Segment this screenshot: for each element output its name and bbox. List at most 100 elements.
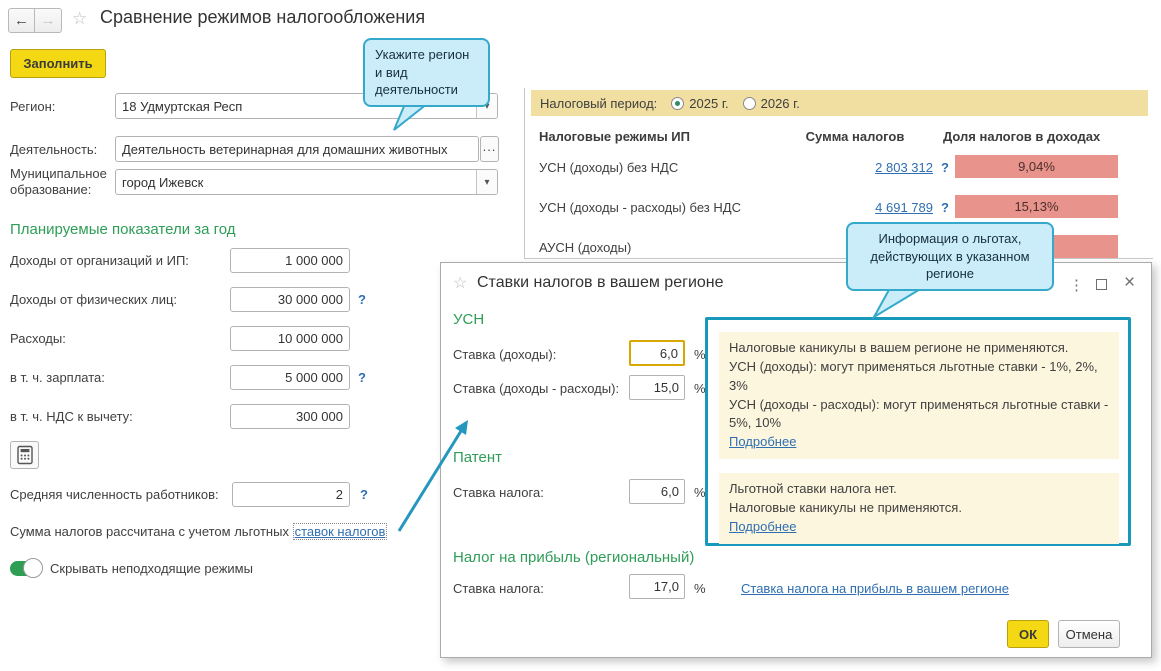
benefits-info-container: Налоговые каникулы в вашем регионе не пр… [705,317,1131,546]
ok-button[interactable]: ОК [1007,620,1049,648]
profit-rate-label: Ставка налога: [453,581,544,596]
more-menu-icon[interactable]: ⋮ [1069,276,1084,294]
maximize-icon[interactable] [1096,279,1107,290]
tax-rates-link[interactable]: ставок налогов [295,524,386,539]
back-button[interactable]: ← [8,8,35,33]
fill-button[interactable]: Заполнить [10,49,106,78]
income-org-label: Доходы от организаций и ИП: [10,253,189,268]
forward-button[interactable]: → [35,8,62,33]
activity-more-button[interactable]: ... [480,136,499,162]
benefits-hint-tooltip: Информация о льготах, действующих в указ… [846,222,1054,291]
income-org-input[interactable] [230,248,350,273]
share-bar: 9,04% [955,155,1118,178]
usn-income-expense-rate-label: Ставка (доходы - расходы): [453,381,620,396]
activity-value: Деятельность ветеринарная для домашних ж… [122,141,448,157]
calculator-icon [16,445,33,465]
info-line: Льготной ставки налога нет. [729,481,897,496]
salary-input[interactable] [230,365,350,390]
usn-section-header: УСН [453,311,485,328]
tax-period-bar: Налоговый период: 2025 г. 2026 г. [531,90,1148,116]
municipality-combobox[interactable]: город Ижевск ▾ [115,169,498,195]
regime-name: УСН (доходы - расходы) без НДС [539,200,741,215]
benefit-note-text: Сумма налогов рассчитана с учетом льготн… [10,524,289,539]
help-icon[interactable]: ? [360,487,368,502]
info-line: Налоговые каникулы не применяются. [729,499,962,515]
page-title: Сравнение режимов налогообложения [100,7,426,27]
benefits-info-box-patent: Льготной ставки налога нет. Налоговые ка… [719,473,1119,544]
tax-amount-link[interactable]: 2 803 312 [875,160,933,175]
planned-indicators-header: Планируемые показатели за год [10,221,236,238]
radio-2025-label: 2025 г. [689,95,729,111]
radio-2026[interactable]: 2026 г. [742,95,800,111]
calculator-button[interactable] [10,441,39,469]
region-label: Регион: [10,99,56,114]
profit-tax-section-header: Налог на прибыль (региональный) [453,549,695,566]
employees-label: Средняя численность работников: [10,487,219,502]
percent-sign: % [694,485,706,500]
profit-rate-input[interactable] [629,574,685,599]
usn-income-rate-label: Ставка (доходы): [453,347,557,362]
vat-deduction-label: в т. ч. НДС к вычету: [10,409,133,424]
radio-2025[interactable]: 2025 г. [671,95,729,111]
regime-name: УСН (доходы) без НДС [539,160,679,175]
hide-unsuitable-toggle[interactable] [10,558,43,578]
tax-comparison-panel: Налоговый период: 2025 г. 2026 г. Налого… [524,88,1153,259]
column-header-share: Доля налогов в доходах [943,129,1101,144]
hide-unsuitable-label: Скрывать неподходящие режимы [50,561,253,576]
cancel-button[interactable]: Отмена [1058,620,1120,648]
column-header-regimes: Налоговые режимы ИП [539,129,690,144]
tax-rates-dialog: ☆ Ставки налогов в вашем регионе ⋮ × УСН… [440,262,1152,658]
tax-period-label: Налоговый период: [540,95,658,111]
benefits-info-box-usn: Налоговые каникулы в вашем регионе не пр… [719,332,1119,460]
tax-amount-cell: 4 691 789 [775,200,933,215]
expenses-label: Расходы: [10,331,66,346]
activity-field[interactable]: Деятельность ветеринарная для домашних ж… [115,136,479,162]
app-window: ← → ☆ Сравнение режимов налогообложения … [0,0,1161,671]
regime-name: АУСН (доходы) [539,240,632,255]
favorite-star-icon[interactable]: ☆ [453,273,467,293]
info-line: УСН (доходы - расходы): могут применятьс… [729,396,1109,431]
percent-sign: % [694,347,706,362]
municipality-label: Муниципальное образование: [10,166,107,198]
share-bar: 15,13% [955,195,1118,218]
tax-amount-link[interactable]: 4 691 789 [875,200,933,215]
vat-deduction-input[interactable] [230,404,350,429]
help-icon[interactable]: ? [358,370,366,385]
income-individuals-input[interactable] [230,287,350,312]
patent-rate-input[interactable] [629,479,685,504]
municipality-value: город Ижевск [122,174,204,190]
salary-label: в т. ч. зарплата: [10,370,105,385]
back-arrow-icon: ← [14,12,29,29]
usn-income-expense-rate-input[interactable] [629,375,685,400]
patent-section-header: Патент [453,449,502,466]
income-individuals-label: Доходы от физических лиц: [10,292,178,307]
favorite-star-icon[interactable]: ☆ [72,9,87,29]
dialog-title: Ставки налогов в вашем регионе [477,274,724,291]
details-link[interactable]: Подробнее [729,519,796,534]
toggle-knob [23,558,43,578]
patent-rate-label: Ставка налога: [453,485,544,500]
info-line: Налоговые каникулы в вашем регионе не пр… [729,340,1069,355]
help-icon[interactable]: ? [941,160,949,175]
tax-amount-cell: 2 803 312 [775,160,933,175]
help-icon[interactable]: ? [358,292,366,307]
radio-unselected-icon [742,96,756,110]
column-header-amount: Сумма налогов [805,129,905,144]
close-icon[interactable]: × [1124,272,1135,294]
region-hint-tooltip: Укажите регион и вид деятельности [363,38,490,107]
municipality-dropdown-button[interactable]: ▾ [476,170,497,194]
percent-sign: % [694,581,706,596]
forward-arrow-icon: → [40,12,56,29]
activity-label: Деятельность: [10,142,98,157]
usn-income-rate-input[interactable] [629,340,685,366]
chevron-down-icon: ▾ [484,176,490,188]
regional-profit-rate-link[interactable]: Ставка налога на прибыль в вашем регионе [741,581,1009,596]
nav-buttons: ← → [8,8,62,33]
help-icon[interactable]: ? [941,200,949,215]
expenses-input[interactable] [230,326,350,351]
employees-input[interactable] [232,482,350,507]
radio-2026-label: 2026 г. [760,95,800,111]
info-line: УСН (доходы): могут применяться льготные… [729,358,1098,393]
details-link[interactable]: Подробнее [729,434,796,449]
percent-sign: % [694,381,706,396]
